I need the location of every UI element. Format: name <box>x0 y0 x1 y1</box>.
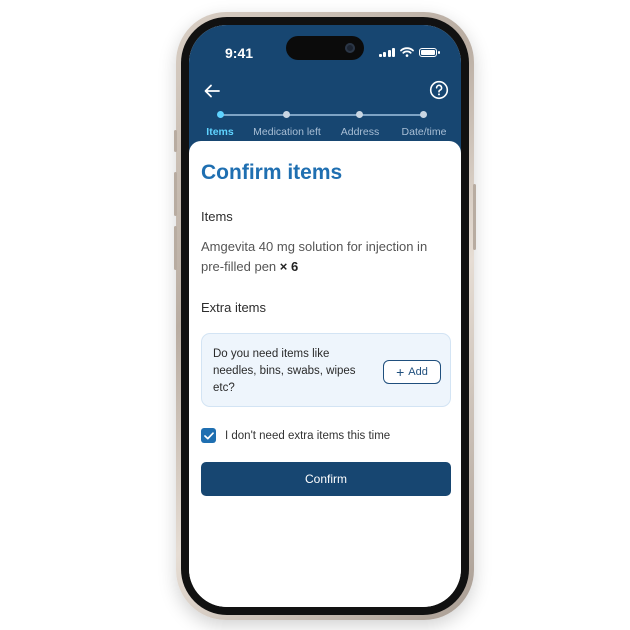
no-extra-items-checkbox[interactable] <box>201 428 216 443</box>
add-button-label: Add <box>408 366 428 378</box>
checkmark-icon <box>203 431 214 439</box>
confirm-button[interactable]: Confirm <box>201 462 451 496</box>
back-button[interactable] <box>201 80 223 102</box>
step-dot-items <box>217 111 224 118</box>
status-time: 9:41 <box>225 45 254 61</box>
help-circle-icon <box>429 80 449 100</box>
item-description: Amgevita 40 mg solution for injection in… <box>201 237 451 277</box>
item-quantity: × 6 <box>279 259 299 274</box>
step-date-time[interactable]: Date/time <box>402 126 447 138</box>
extra-items-heading: Extra items <box>201 300 267 315</box>
status-icons <box>378 47 440 57</box>
step-address[interactable]: Address <box>341 126 380 138</box>
wifi-icon <box>400 47 414 57</box>
plus-icon: + <box>396 363 405 380</box>
step-dot-medication-left <box>283 111 290 118</box>
add-extra-items-button[interactable]: + Add <box>383 360 441 384</box>
step-dot-address <box>356 111 363 118</box>
battery-icon <box>419 47 440 57</box>
stage: 9:41 Items Medication left Address Date/… <box>0 0 630 630</box>
page-title: Confirm items <box>201 161 343 184</box>
camera-icon <box>345 43 355 53</box>
volume-down-button <box>174 226 177 270</box>
items-heading: Items <box>201 209 233 224</box>
app-header: 9:41 Items Medication left Address Date/… <box>189 25 461 153</box>
extra-items-card: Do you need items like needles, bins, sw… <box>201 333 451 407</box>
help-button[interactable] <box>429 80 451 102</box>
phone-screen: 9:41 Items Medication left Address Date/… <box>189 25 461 607</box>
phone-frame: 9:41 Items Medication left Address Date/… <box>174 12 476 620</box>
item-name: Amgevita 40 mg solution for injection in… <box>201 239 428 274</box>
step-dot-date-time <box>420 111 427 118</box>
arrow-left-icon <box>204 84 220 98</box>
mute-switch <box>174 130 177 152</box>
no-extra-items-option[interactable]: I don't need extra items this time <box>201 428 390 443</box>
content-card: Confirm items Items Amgevita 40 mg solut… <box>189 141 461 607</box>
step-items[interactable]: Items <box>206 126 233 138</box>
dynamic-island <box>286 36 364 60</box>
checkbox-label: I don't need extra items this time <box>225 429 391 442</box>
phone-bezel: 9:41 Items Medication left Address Date/… <box>181 17 469 615</box>
signal-icon <box>378 47 395 57</box>
step-medication-left[interactable]: Medication left <box>253 126 321 138</box>
volume-up-button <box>174 172 177 216</box>
power-button <box>473 184 476 250</box>
extra-items-prompt: Do you need items like needles, bins, sw… <box>213 348 356 394</box>
stepper-track <box>221 114 425 116</box>
